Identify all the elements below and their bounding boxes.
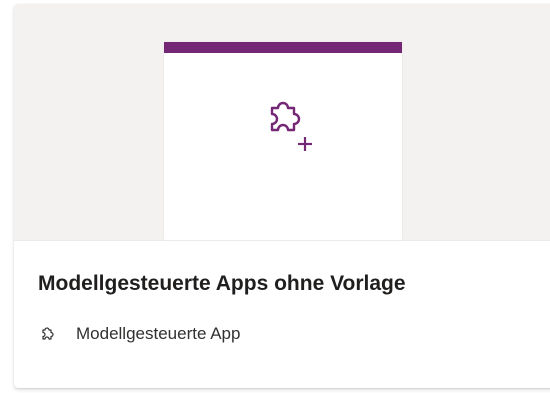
card-preview [14,4,550,240]
preview-thumbnail [164,42,402,240]
app-template-card[interactable]: Modellgesteuerte Apps ohne Vorlage Model… [14,4,550,388]
card-type-label: Modellgesteuerte App [76,324,241,343]
puzzle-plus-icon [254,100,318,156]
card-divider [14,240,550,241]
thumbnail-accent-bar [164,42,402,53]
card-title: Modellgesteuerte Apps ohne Vorlage [38,272,406,295]
puzzle-icon [38,325,56,343]
card-meta: Modellgesteuerte App [38,324,240,344]
